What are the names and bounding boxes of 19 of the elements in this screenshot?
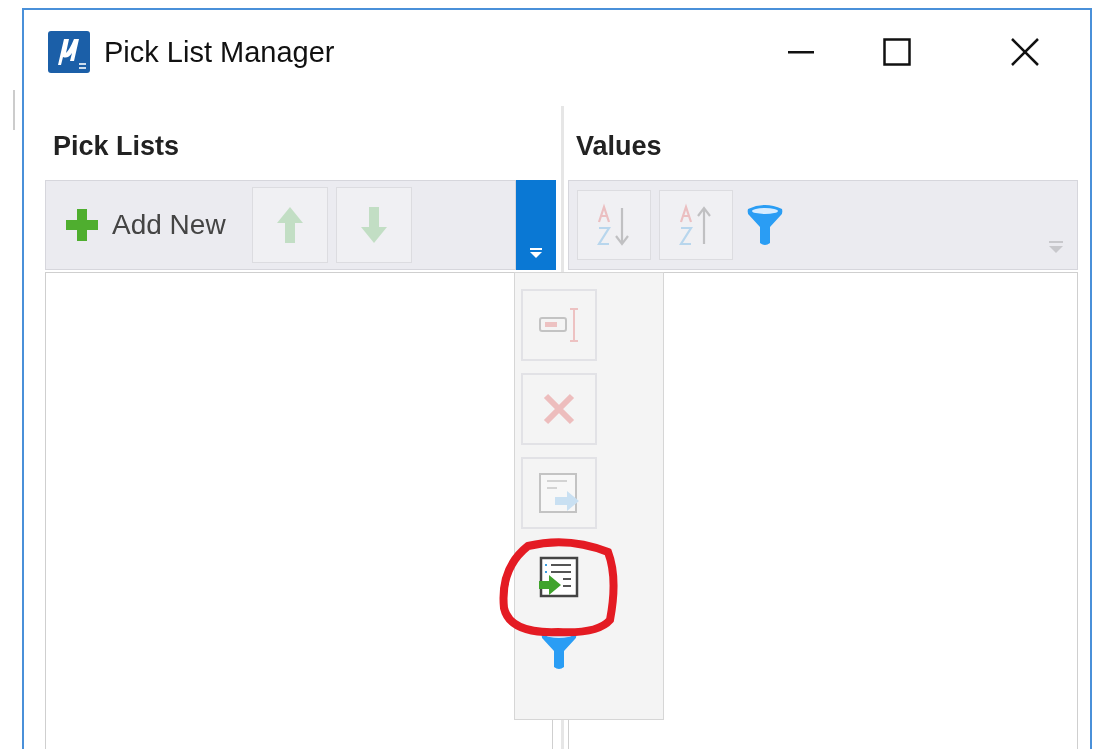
- maximize-icon: [882, 38, 911, 66]
- close-icon: [1010, 37, 1040, 67]
- section-heading: Pick Lists: [52, 131, 181, 163]
- filter-icon: [745, 203, 785, 247]
- up-arrow-icon: [274, 205, 305, 245]
- window-title: Pick List Manager: [104, 35, 336, 69]
- rename-icon: [537, 305, 581, 345]
- minimize-icon: [788, 50, 814, 54]
- import-list-icon: [537, 555, 581, 599]
- section-heading: Values: [575, 131, 663, 163]
- dropdown-icon: [530, 248, 542, 258]
- export-list-icon: [537, 471, 581, 515]
- add-new-button[interactable]: Add New: [54, 207, 236, 243]
- down-arrow-icon: [358, 205, 389, 245]
- delete-icon: [541, 391, 577, 427]
- dropdown-icon: [1049, 241, 1063, 253]
- app-icon: [48, 31, 90, 73]
- overflow-button[interactable]: [516, 180, 556, 270]
- plus-icon: [64, 207, 100, 243]
